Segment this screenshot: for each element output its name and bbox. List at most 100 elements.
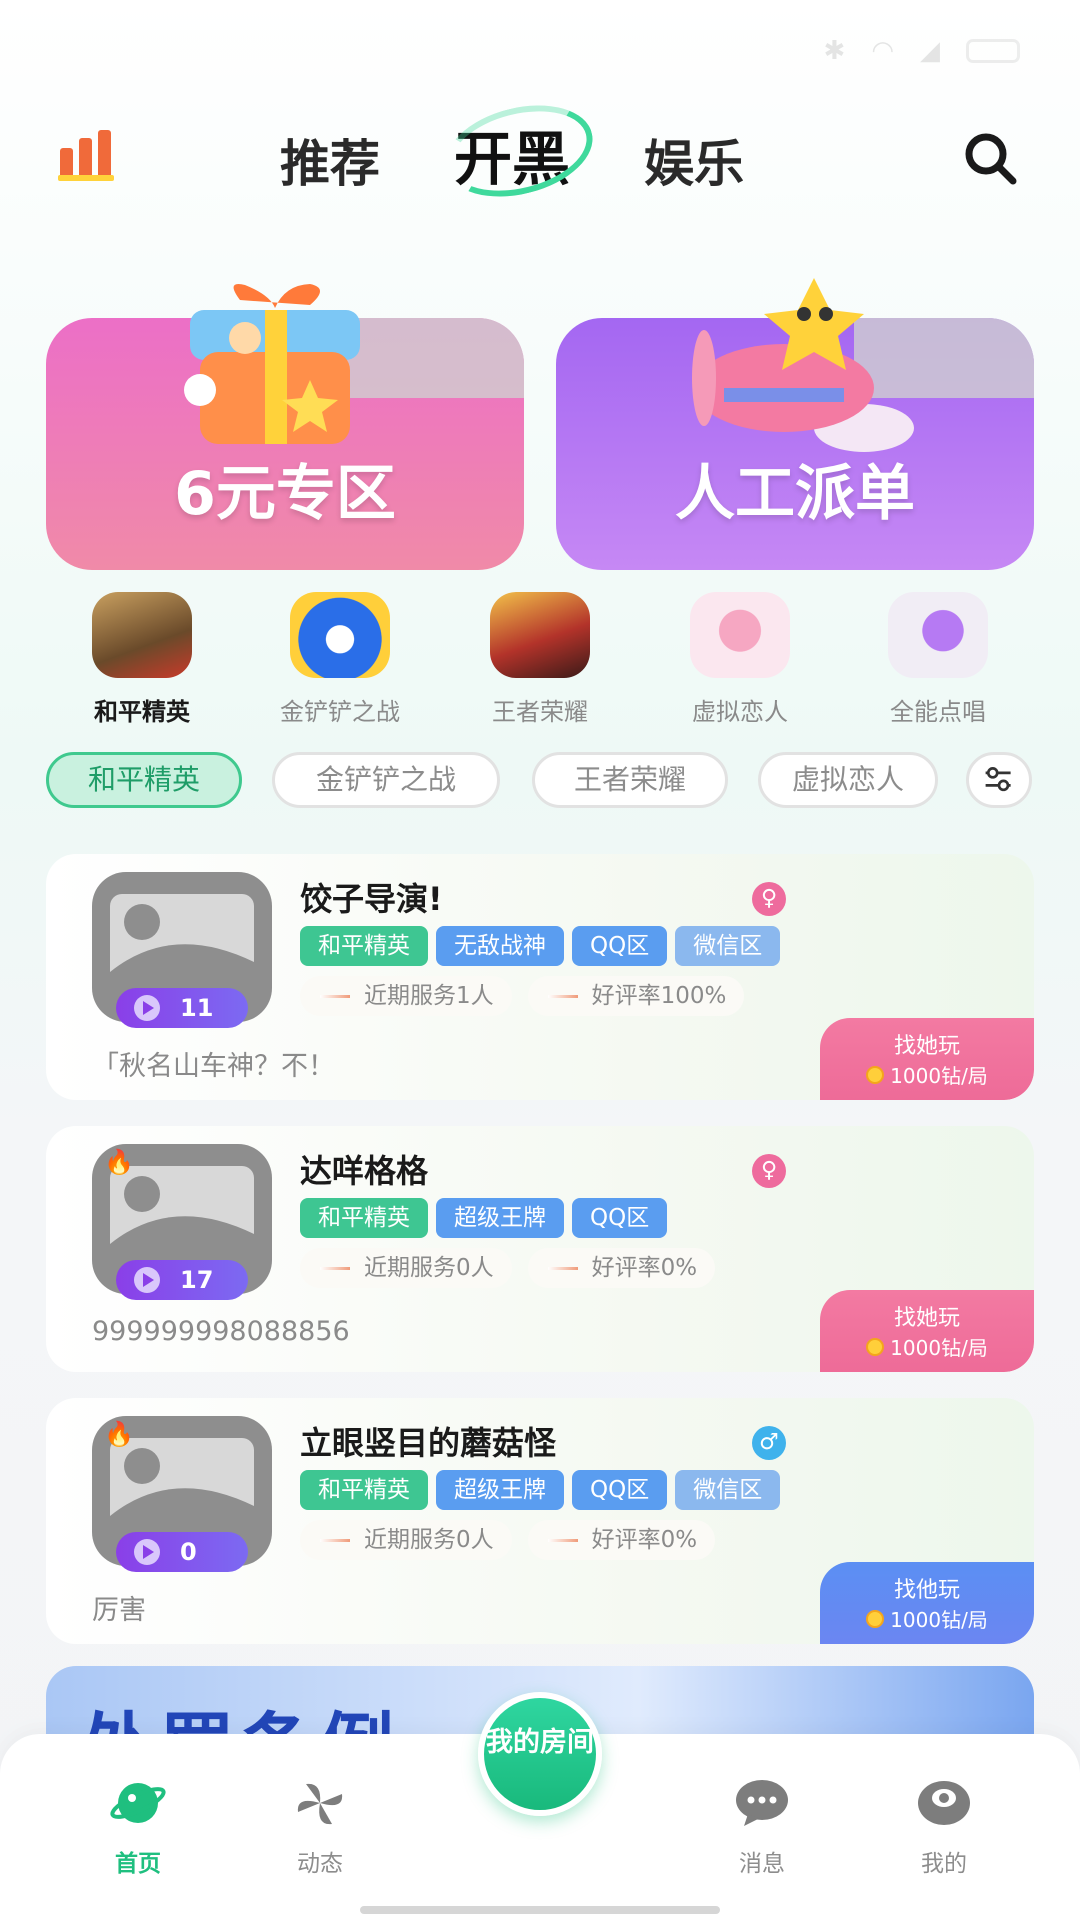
price-text: 1000钻/局: [890, 1336, 988, 1360]
cta-label: 找她玩: [893, 1034, 960, 1059]
rating-text: 好评率0%: [591, 1255, 698, 1281]
player-bio: 「秋名山车神？不！: [92, 1051, 335, 1082]
nav-home[interactable]: 首页: [78, 1778, 198, 1878]
play-count: 17: [180, 1266, 214, 1294]
game-label: 全能点唱: [890, 698, 986, 726]
chip-virtual-lover[interactable]: 虚拟恋人: [758, 752, 938, 808]
game-label: 虚拟恋人: [692, 698, 788, 726]
play-icon: [134, 1267, 160, 1293]
chip-honor-of-kings[interactable]: 王者荣耀: [532, 752, 728, 808]
served-count: 近期服务1人: [300, 976, 512, 1016]
served-count: 近期服务0人: [300, 1520, 512, 1560]
nav-messages-label: 消息: [739, 1851, 785, 1877]
tag: 超级王牌: [436, 1470, 564, 1510]
play-count-badge[interactable]: 11: [116, 988, 248, 1028]
game-label: 金铲铲之战: [280, 698, 400, 726]
cta-label: 找他玩: [893, 1578, 960, 1603]
stat-dot: [547, 1538, 578, 1542]
status-bar: ✱ ◠ ◢: [824, 36, 1020, 66]
fire-icon: 🔥: [104, 1420, 134, 1448]
tag: 无敌战神: [436, 926, 564, 966]
game-item-golden-spatula[interactable]: 金铲铲之战: [240, 592, 440, 727]
tag: 和平精英: [300, 926, 428, 966]
male-icon: ♂: [752, 1426, 786, 1460]
filter-chips: 和平精英 金铲铲之战 王者荣耀 虚拟恋人: [46, 752, 1036, 812]
stat-dot: [547, 1266, 578, 1270]
tag: 微信区: [675, 1470, 781, 1510]
player-stats: 近期服务0人 好评率0%: [300, 1520, 716, 1560]
player-tags: 和平精英 超级王牌 QQ区: [300, 1198, 810, 1238]
game-item-peace-elite[interactable]: 和平精英: [42, 592, 242, 727]
rating: 好评率100%: [527, 976, 745, 1016]
golden-spatula-icon: [290, 592, 390, 678]
tag: QQ区: [572, 1470, 668, 1510]
cellular-icon: ◢: [920, 36, 940, 66]
top-tabs: 推荐 开黑 娱乐: [280, 91, 744, 211]
play-count-badge[interactable]: 17: [116, 1260, 248, 1300]
wifi-icon: ◠: [871, 36, 894, 66]
play-count: 11: [180, 994, 214, 1022]
find-her-button[interactable]: 找她玩 1000钻/局: [820, 1290, 1034, 1372]
game-item-all-round-singing[interactable]: 全能点唱: [838, 592, 1038, 727]
peace-elite-icon: [92, 592, 192, 678]
tag: QQ区: [572, 1198, 668, 1238]
game-label: 王者荣耀: [492, 698, 588, 726]
tab-team-up[interactable]: 开黑: [435, 91, 603, 211]
player-card[interactable]: 11 饺子导演! ♀ 和平精英 无敌战神 QQ区 微信区 近期服务1人 好评率100%…: [46, 854, 1034, 1100]
honor-of-kings-icon: [490, 592, 590, 678]
filter-settings-button[interactable]: [966, 752, 1032, 808]
fire-icon: 🔥: [104, 1148, 134, 1176]
stat-dot: [547, 994, 578, 998]
nav-messages[interactable]: 消息: [702, 1778, 822, 1878]
stat-dot: [320, 1538, 350, 1542]
player-bio: 999999998088856: [92, 1316, 350, 1347]
price: 1000钻/局: [820, 1060, 1034, 1089]
play-icon: [134, 995, 160, 1021]
price: 1000钻/局: [820, 1604, 1034, 1633]
home-indicator: [360, 1906, 720, 1914]
served-count-text: 近期服务0人: [364, 1527, 494, 1553]
chip-golden-spatula[interactable]: 金铲铲之战: [272, 752, 500, 808]
microphone-icon: [888, 592, 988, 678]
star-plane-icon: [692, 278, 914, 452]
tag: 微信区: [675, 926, 781, 966]
chip-peace-elite[interactable]: 和平精英: [46, 752, 242, 808]
served-count-text: 近期服务0人: [364, 1255, 494, 1281]
find-him-button[interactable]: 找他玩 1000钻/局: [820, 1562, 1034, 1644]
signal-icon: ✱: [823, 36, 846, 66]
female-icon: ♀: [752, 1154, 786, 1188]
tab-recommend[interactable]: 推荐: [280, 124, 380, 196]
game-item-honor-of-kings[interactable]: 王者荣耀: [440, 592, 640, 727]
battery-icon: [966, 39, 1020, 63]
nav-mine[interactable]: 我的: [884, 1778, 1004, 1878]
planet-icon: [110, 1783, 166, 1823]
play-count-badge[interactable]: 0: [116, 1532, 248, 1572]
find-her-button[interactable]: 找她玩 1000钻/局: [820, 1018, 1034, 1100]
search-icon[interactable]: [962, 130, 1018, 186]
coin-icon: [866, 1065, 885, 1084]
nav-mine-label: 我的: [921, 1851, 967, 1877]
eye-icon: [918, 1781, 970, 1825]
game-label: 和平精英: [94, 698, 190, 726]
game-category-row: 和平精英 金铲铲之战 王者荣耀 虚拟恋人 全能点唱: [0, 592, 1080, 732]
stat-dot: [320, 994, 350, 998]
tag: 和平精英: [300, 1470, 428, 1510]
coin-icon: [866, 1337, 885, 1356]
rating-text: 好评率0%: [591, 1527, 698, 1553]
tab-entertainment[interactable]: 娱乐: [644, 124, 744, 196]
play-icon: [134, 1539, 160, 1565]
my-room-button[interactable]: 我的房间: [478, 1692, 602, 1816]
nav-feed[interactable]: 动态: [260, 1778, 380, 1878]
player-card[interactable]: 🔥 0 立眼竖目的蘑菇怪 ♂ 和平精英 超级王牌 QQ区 微信区 近期服务0人 好评率…: [46, 1398, 1034, 1644]
player-card[interactable]: 🔥 17 达咩格格 ♀ 和平精英 超级王牌 QQ区 近期服务0人 好评率0% 999…: [46, 1126, 1034, 1372]
player-name: 达咩格格: [300, 1152, 429, 1190]
pinwheel-icon: [297, 1783, 343, 1825]
ranking-icon[interactable]: [58, 130, 114, 182]
rating-text: 好评率100%: [591, 983, 727, 1009]
tag: QQ区: [572, 926, 668, 966]
player-name: 立眼竖目的蘑菇怪: [300, 1424, 557, 1462]
virtual-lover-icon: [690, 592, 790, 678]
game-item-virtual-lover[interactable]: 虚拟恋人: [640, 592, 840, 727]
player-tags: 和平精英 无敌战神 QQ区 微信区: [300, 926, 810, 966]
cta-label: 找她玩: [893, 1306, 960, 1331]
